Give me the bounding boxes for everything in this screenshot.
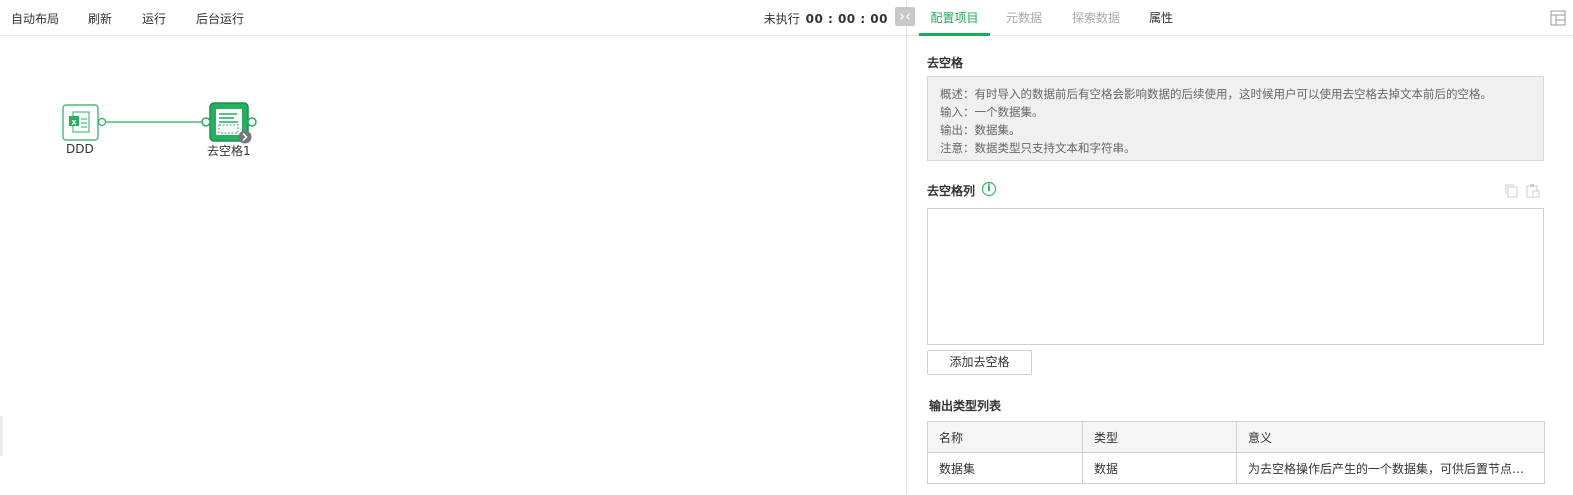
section-title: 去空格 <box>927 56 964 70</box>
column-header-meaning: 意义 <box>1236 421 1545 453</box>
side-drag-handle[interactable] <box>0 416 3 456</box>
paste-icon[interactable] <box>1525 183 1540 198</box>
table-row: 数据集 数据 为去空格操作后产生的一个数据集，可供后置节点使用... <box>927 452 1545 484</box>
layout-toggle-icon[interactable] <box>1550 10 1566 26</box>
description-input: 输入：一个数据集。 <box>940 105 1044 119</box>
description-output: 输出：数据集。 <box>940 123 1021 137</box>
collapse-arrows-icon: ›‹ <box>899 7 911 25</box>
trim-columns-list[interactable] <box>927 208 1544 345</box>
dataset-node-ddd[interactable]: x <box>62 104 107 141</box>
run-button[interactable]: 运行 <box>142 10 166 27</box>
app-window: 自动布局 刷新 运行 后台运行 未执行 00 : 00 : 00 x DDD 去… <box>0 0 1573 495</box>
node-label-trim: 去空格1 <box>207 144 251 158</box>
canvas-toolbar: 自动布局 刷新 运行 后台运行 未执行 00 : 00 : 00 <box>0 0 906 36</box>
input-port[interactable] <box>201 117 211 127</box>
refresh-button[interactable]: 刷新 <box>88 10 112 27</box>
workflow-canvas[interactable]: x DDD 去空格1 <box>0 36 906 495</box>
info-icon[interactable]: i <box>982 182 996 196</box>
tab-properties[interactable]: 属性 <box>1148 0 1174 36</box>
svg-text:x: x <box>71 118 77 127</box>
output-port[interactable] <box>247 117 257 127</box>
panel-tabs: 配置项目 元数据 探索数据 属性 <box>907 0 1573 36</box>
cell-meaning: 为去空格操作后产生的一个数据集，可供后置节点使用... <box>1236 452 1545 484</box>
column-header-type: 类型 <box>1082 421 1237 453</box>
tab-metadata[interactable]: 元数据 <box>1005 0 1043 36</box>
execution-status-label: 未执行 <box>763 12 800 26</box>
execution-timer: 00 : 00 : 00 <box>805 12 888 26</box>
output-types-title: 输出类型列表 <box>929 399 1002 413</box>
canvas-graph: x <box>62 102 257 144</box>
cell-name: 数据集 <box>927 452 1083 484</box>
description-box: 概述：有时导入的数据前后有空格会影响数据的后续使用，这时候用户可以使用去空格去掉… <box>927 76 1544 161</box>
table-header-row: 名称 类型 意义 <box>927 421 1545 453</box>
background-run-button[interactable]: 后台运行 <box>196 10 244 27</box>
output-types-table: 名称 类型 意义 数据集 数据 为去空格操作后产生的一个数据集，可供后置节点使用… <box>927 421 1545 484</box>
trim-node[interactable] <box>201 102 257 144</box>
cell-type: 数据 <box>1082 452 1237 484</box>
trim-spaces-node-icon <box>216 109 242 135</box>
output-port[interactable] <box>97 117 107 127</box>
description-note: 注意：数据类型只支持文本和字符串。 <box>940 141 1136 155</box>
copy-icon[interactable] <box>1504 183 1519 198</box>
column-header-name: 名称 <box>927 421 1083 453</box>
auto-layout-button[interactable]: 自动布局 <box>11 10 59 27</box>
workflow-area: 自动布局 刷新 运行 后台运行 未执行 00 : 00 : 00 x DDD 去… <box>0 0 906 495</box>
config-panel: 配置项目 元数据 探索数据 属性 去空格 概述：有时导入的数据前后有空格会影响数… <box>906 0 1573 495</box>
columns-title: 去空格列 <box>927 184 976 198</box>
add-trim-button[interactable]: 添加去空格 <box>927 350 1032 375</box>
tab-config[interactable]: 配置项目 <box>919 0 990 36</box>
execution-status: 未执行 00 : 00 : 00 <box>764 10 888 27</box>
node-label-ddd: DDD <box>66 142 94 156</box>
tab-explore-data[interactable]: 探索数据 <box>1071 0 1121 36</box>
collapse-panel-button[interactable]: ›‹ <box>895 7 915 26</box>
description-overview: 概述：有时导入的数据前后有空格会影响数据的后续使用，这时候用户可以使用去空格去掉… <box>940 87 1492 101</box>
